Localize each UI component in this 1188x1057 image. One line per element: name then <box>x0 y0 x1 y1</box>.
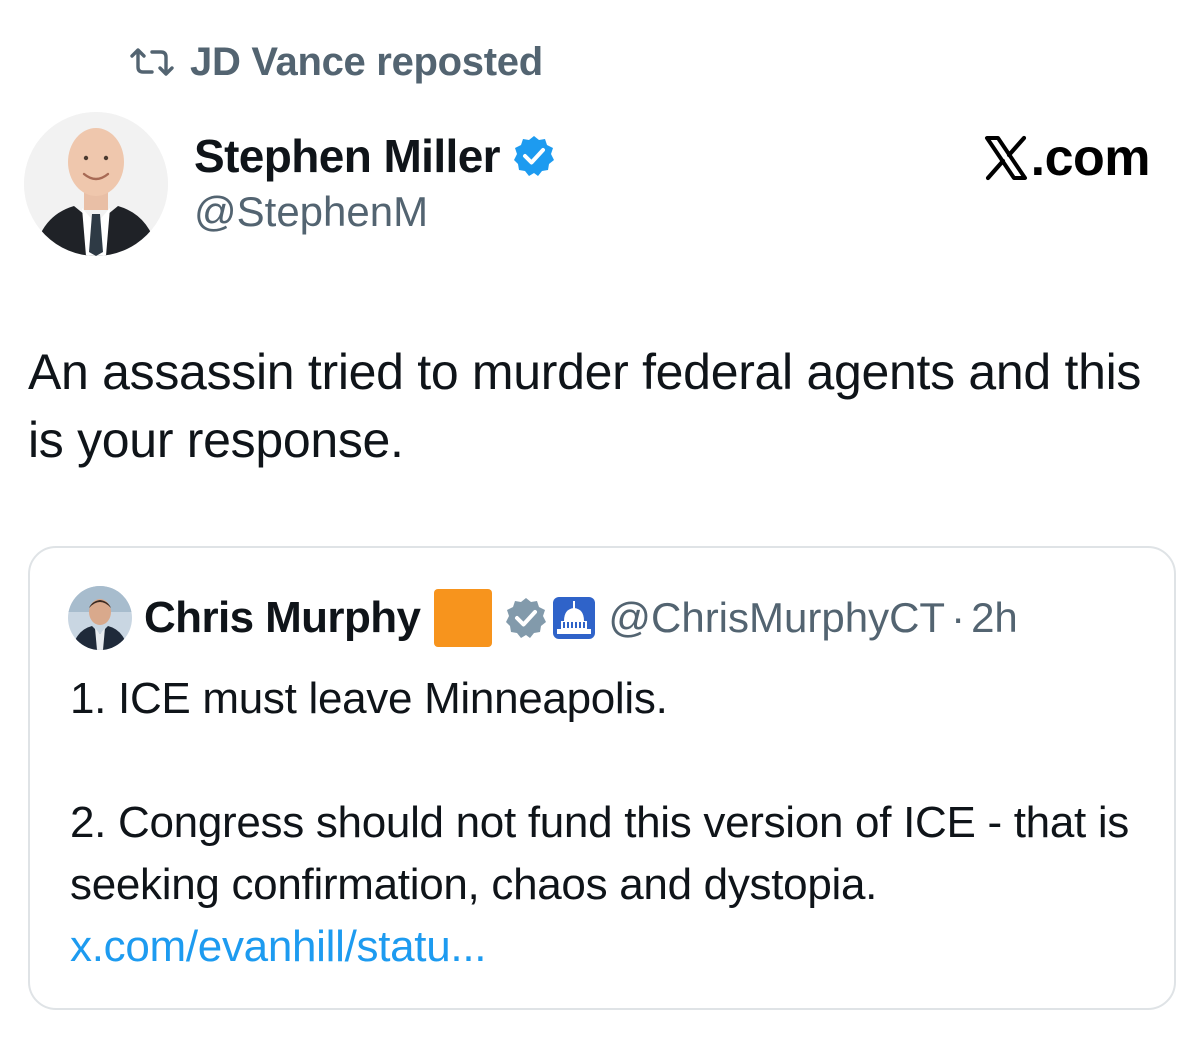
quoted-author-name[interactable]: Chris Murphy <box>144 593 421 643</box>
site-watermark: .com <box>983 126 1151 190</box>
author-name[interactable]: Stephen Miller <box>194 129 501 183</box>
quoted-author-avatar[interactable] <box>68 586 132 650</box>
orange-square-emoji <box>434 589 493 647</box>
repost-indicator[interactable]: JD Vance reposted <box>128 40 543 84</box>
quoted-post-header: Chris Murphy @ChrisMurphyCT · 2h <box>68 586 1018 650</box>
quoted-post-link[interactable]: x.com/evanhill/statu... <box>70 916 1150 978</box>
repost-text: JD Vance reposted <box>190 39 543 84</box>
x-logo-icon <box>984 135 1027 181</box>
repost-icon <box>130 48 174 76</box>
verified-badge-icon <box>514 136 554 176</box>
capitol-badge-icon <box>553 597 596 639</box>
separator-dot: · <box>951 594 966 641</box>
gray-verified-badge-icon <box>506 598 547 638</box>
author-handle[interactable]: @StephenM <box>194 188 428 236</box>
quoted-post-line-2: 2. Congress should not fund this version… <box>70 798 1130 909</box>
quoted-post-line-1: 1. ICE must leave Minneapolis. <box>70 674 668 723</box>
quoted-author-handle[interactable]: @ChrisMurphyCT <box>608 594 945 642</box>
quoted-post-card[interactable]: Chris Murphy @ChrisMurphyCT · 2h 1. ICE … <box>28 546 1176 1010</box>
avatar-image <box>24 112 168 256</box>
author-avatar[interactable] <box>24 112 168 256</box>
site-text: .com <box>1030 129 1151 187</box>
quoted-post-body: 1. ICE must leave Minneapolis. 2. Congre… <box>70 668 1150 978</box>
author-name-row: Stephen Miller <box>194 126 556 186</box>
quoted-post-time[interactable]: 2h <box>971 594 1018 642</box>
post-text: An assassin tried to murder federal agen… <box>28 344 1142 468</box>
quoted-avatar-image <box>68 586 132 650</box>
